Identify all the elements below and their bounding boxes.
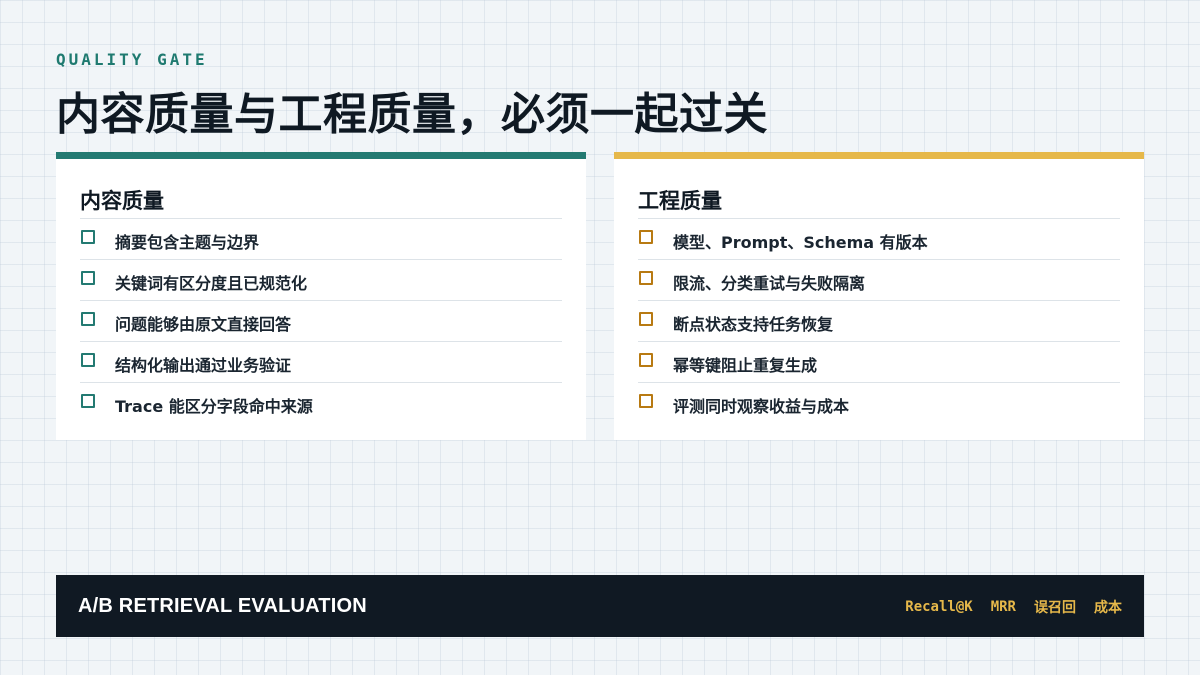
checkbox[interactable] (639, 271, 653, 285)
footer-bar: A/B RETRIEVAL EVALUATION Recall@K MRR 误召… (56, 575, 1144, 637)
checklist-item-label: 关键词有区分度且已规范化 (115, 274, 308, 293)
metric-label: MRR (990, 599, 1016, 615)
checklist-item: 限流、分类重试与失败隔离 (638, 259, 1120, 300)
engineering-quality-card: 工程质量 模型、Prompt、Schema 有版本 限流、分类重试与失败隔离 断… (614, 152, 1144, 440)
checklist-item-label: 评测同时观察收益与成本 (673, 397, 850, 416)
checklist-item-label: 模型、Prompt、Schema 有版本 (673, 233, 928, 252)
metric-label: 误召回 (1034, 600, 1076, 616)
checklist-item-label: 幂等键阻止重复生成 (673, 356, 818, 375)
card-title: 内容质量 (80, 189, 164, 213)
checklist-item-label: 摘要包含主题与边界 (115, 233, 260, 252)
checkbox[interactable] (81, 312, 95, 326)
checkbox[interactable] (639, 230, 653, 244)
metric-list: Recall@K MRR 误召回 成本 (905, 597, 1122, 617)
checklist: 摘要包含主题与边界 关键词有区分度且已规范化 问题能够由原文直接回答 结构化输出… (80, 218, 562, 423)
checklist-item-label: 结构化输出通过业务验证 (115, 356, 292, 375)
content-quality-card: 内容质量 摘要包含主题与边界 关键词有区分度且已规范化 问题能够由原文直接回答 … (56, 152, 586, 440)
checklist-item: Trace 能区分字段命中来源 (80, 382, 562, 423)
checklist-item: 评测同时观察收益与成本 (638, 382, 1120, 423)
checklist-item: 结构化输出通过业务验证 (80, 341, 562, 382)
checkbox[interactable] (81, 353, 95, 367)
checklist-item-label: 限流、分类重试与失败隔离 (673, 274, 866, 293)
checkbox[interactable] (81, 271, 95, 285)
checklist-item: 问题能够由原文直接回答 (80, 300, 562, 341)
checkbox[interactable] (81, 394, 95, 408)
checklist-item: 关键词有区分度且已规范化 (80, 259, 562, 300)
checklist-item-label: Trace 能区分字段命中来源 (115, 397, 313, 416)
checklist-item: 摘要包含主题与边界 (80, 218, 562, 259)
checklist-item: 断点状态支持任务恢复 (638, 300, 1120, 341)
eyebrow-label: QUALITY GATE (56, 50, 208, 69)
footer-title: A/B RETRIEVAL EVALUATION (78, 595, 367, 617)
checklist-item: 幂等键阻止重复生成 (638, 341, 1120, 382)
checklist-item: 模型、Prompt、Schema 有版本 (638, 218, 1120, 259)
checkbox[interactable] (639, 312, 653, 326)
card-title: 工程质量 (638, 189, 722, 213)
metric-label: Recall@K (905, 599, 973, 615)
page-title: 内容质量与工程质量，必须一起过关 (56, 89, 768, 140)
checklist-item-label: 问题能够由原文直接回答 (115, 315, 292, 334)
checkbox[interactable] (639, 394, 653, 408)
checkbox[interactable] (639, 353, 653, 367)
checklist-item-label: 断点状态支持任务恢复 (673, 315, 834, 334)
checklist: 模型、Prompt、Schema 有版本 限流、分类重试与失败隔离 断点状态支持… (638, 218, 1120, 423)
checkbox[interactable] (81, 230, 95, 244)
metric-label: 成本 (1094, 600, 1122, 616)
